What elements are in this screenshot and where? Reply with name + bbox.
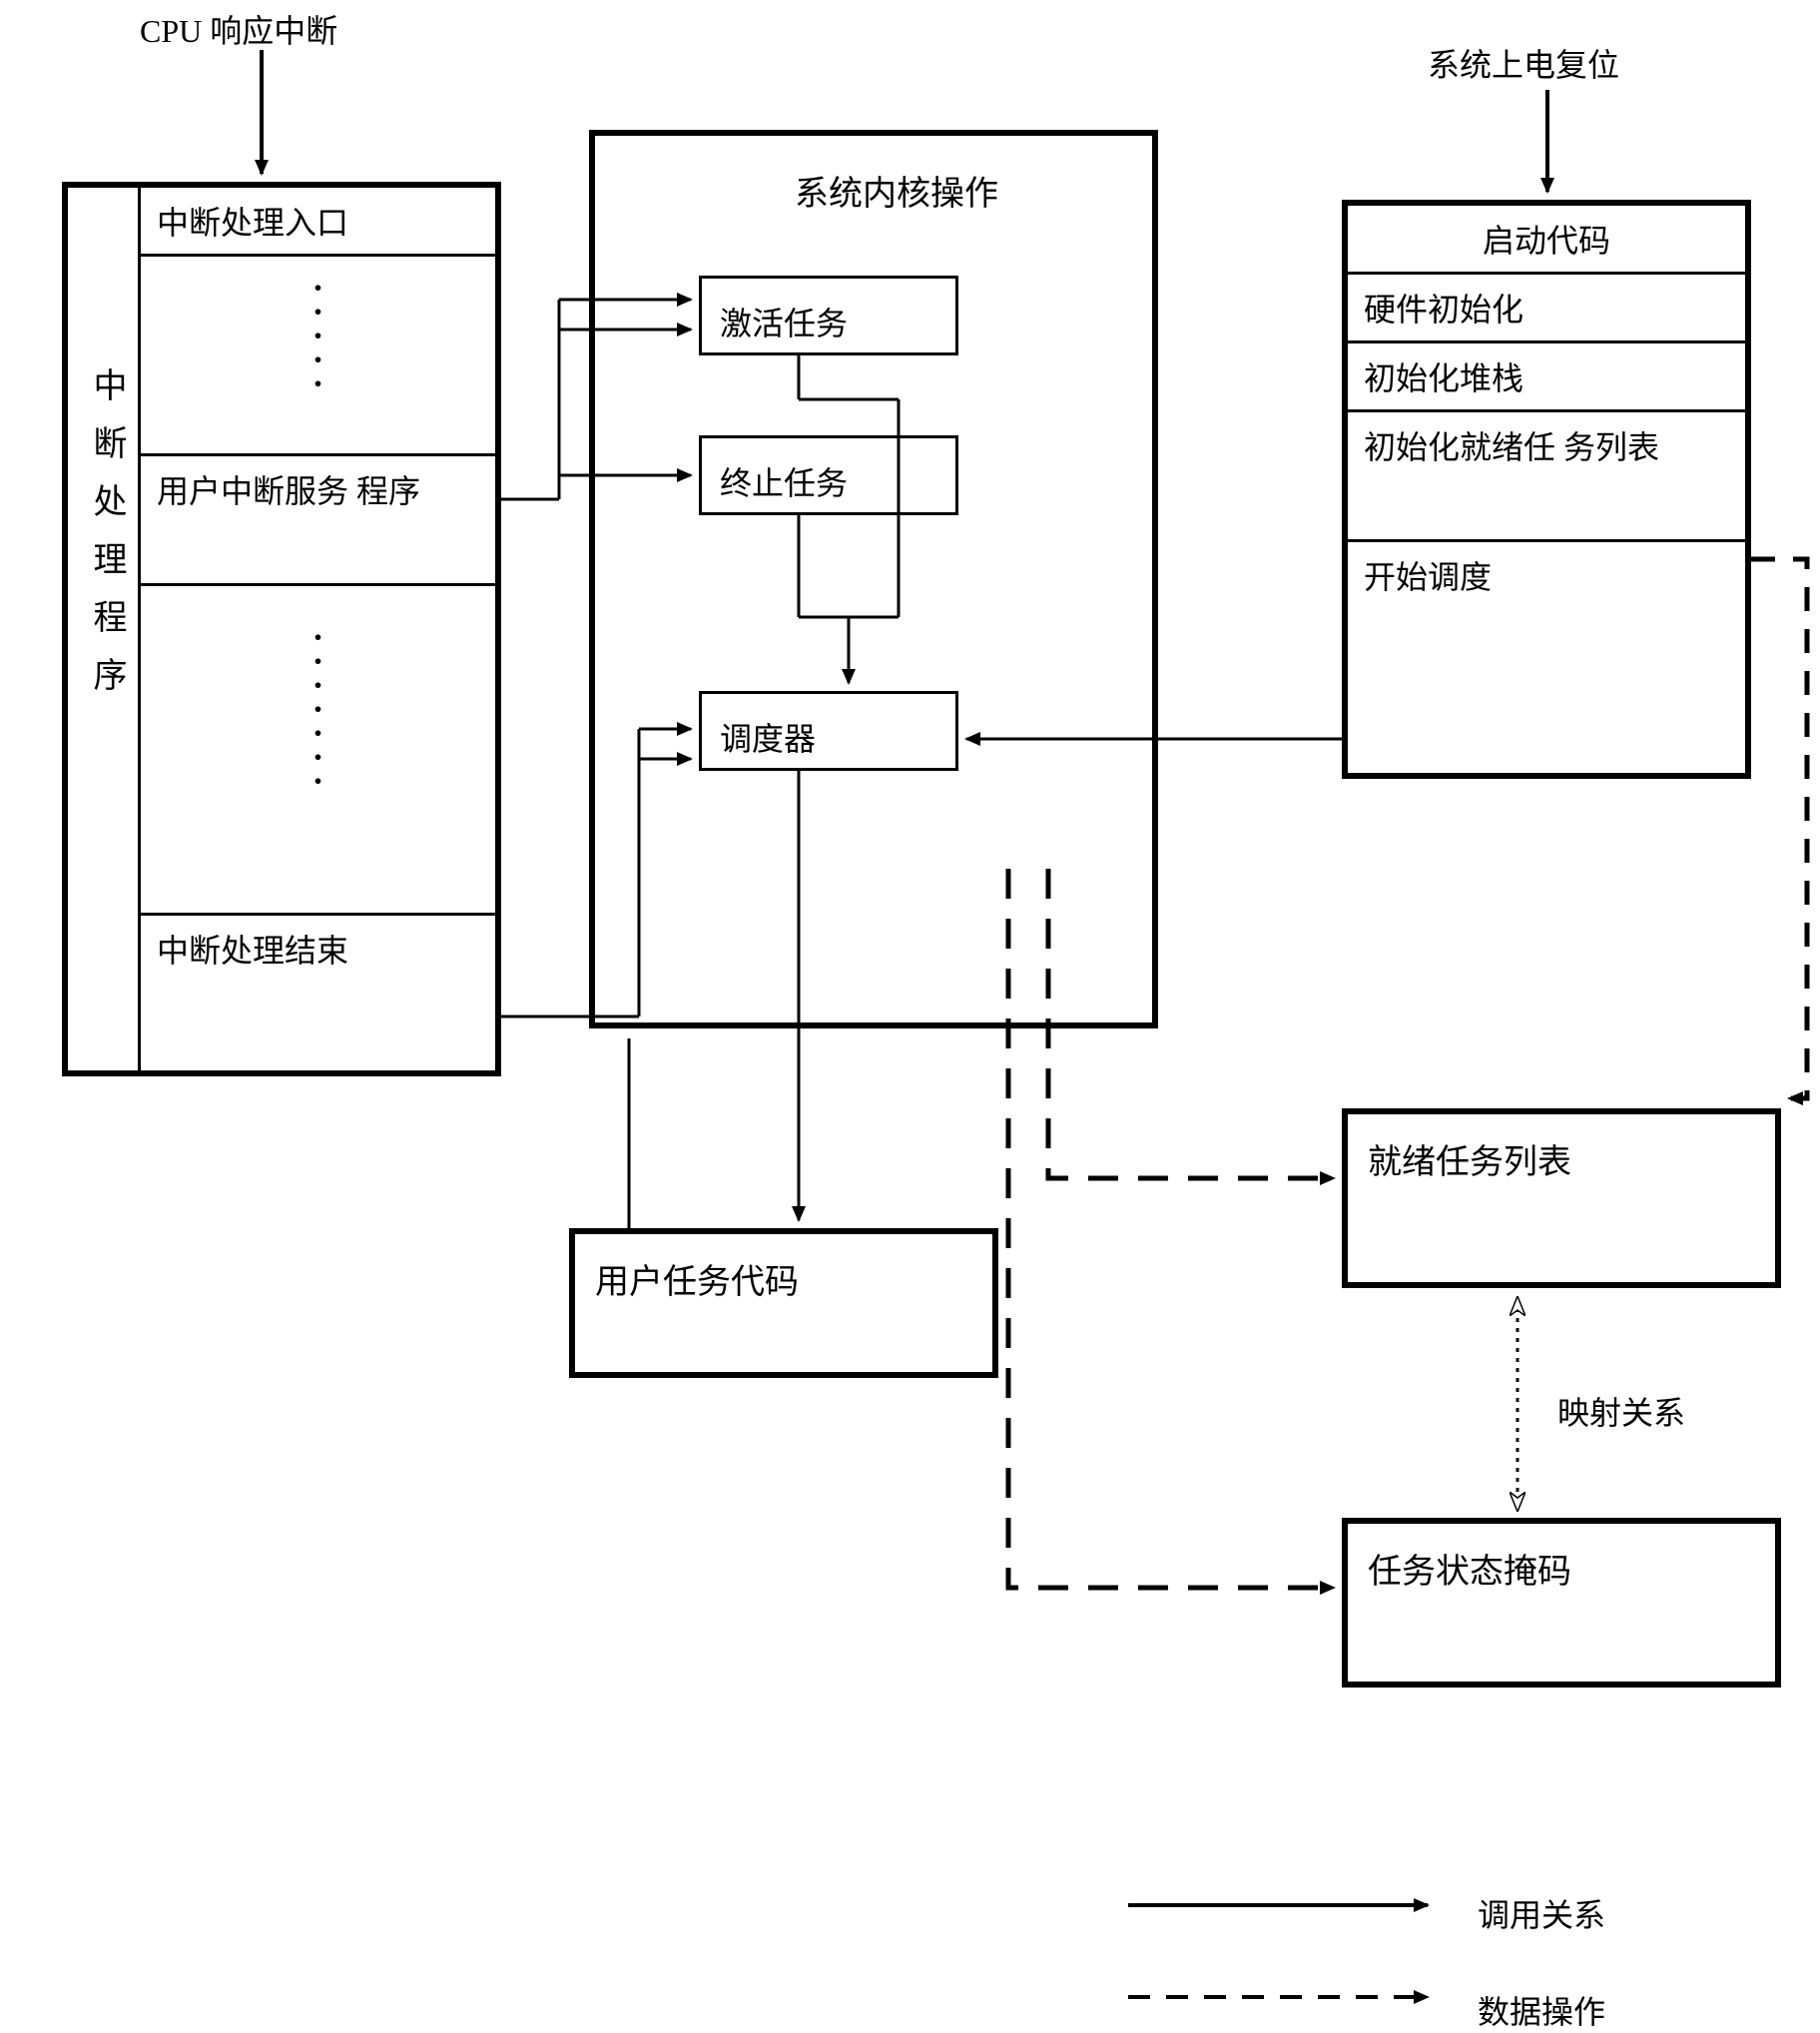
isr-dots-2: ······· — [141, 586, 495, 916]
mapping-label: 映射关系 — [1557, 1388, 1685, 1434]
begin-schedule: 开始调度 — [1348, 542, 1745, 608]
legend-call-label: 调用关系 — [1478, 1890, 1605, 1936]
legend-data-label: 数据操作 — [1478, 1987, 1605, 2033]
task-state-mask-box: 任务状态掩码 — [1342, 1518, 1781, 1688]
isr-user-isr: 用户中断服务 程序 — [141, 456, 495, 586]
isr-end: 中断处理结束 — [141, 916, 495, 982]
cpu-interrupt-label: CPU 响应中断 — [140, 6, 337, 52]
power-reset-label: 系统上电复位 — [1428, 40, 1619, 86]
stack-init: 初始化堆栈 — [1348, 343, 1745, 412]
hw-init: 硬件初始化 — [1348, 275, 1745, 343]
scheduler-box: 调度器 — [699, 691, 958, 771]
isr-cells: 中断处理入口 ····· 用户中断服务 程序 ······· 中断处理结束 — [141, 188, 495, 982]
activate-task-box: 激活任务 — [699, 276, 958, 355]
ready-task-list-box: 就绪任务列表 — [1342, 1108, 1781, 1288]
isr-container: 中断处理程序 中断处理入口 ····· 用户中断服务 程序 ······· 中断… — [62, 182, 501, 1076]
user-task-code-box: 用户任务代码 — [569, 1228, 998, 1378]
isr-entry: 中断处理入口 — [141, 188, 495, 257]
ready-list-init: 初始化就绪任 务列表 — [1348, 412, 1745, 542]
boot-code: 启动代码 — [1348, 206, 1745, 275]
isr-side-title: 中断处理程序 — [82, 367, 131, 715]
startup-container: 启动代码 硬件初始化 初始化堆栈 初始化就绪任 务列表 开始调度 — [1342, 200, 1751, 779]
kernel-container: 系统内核操作 — [589, 130, 1158, 1028]
terminate-task-box: 终止任务 — [699, 435, 958, 515]
isr-dots-1: ····· — [141, 257, 495, 456]
kernel-title: 系统内核操作 — [795, 166, 998, 215]
